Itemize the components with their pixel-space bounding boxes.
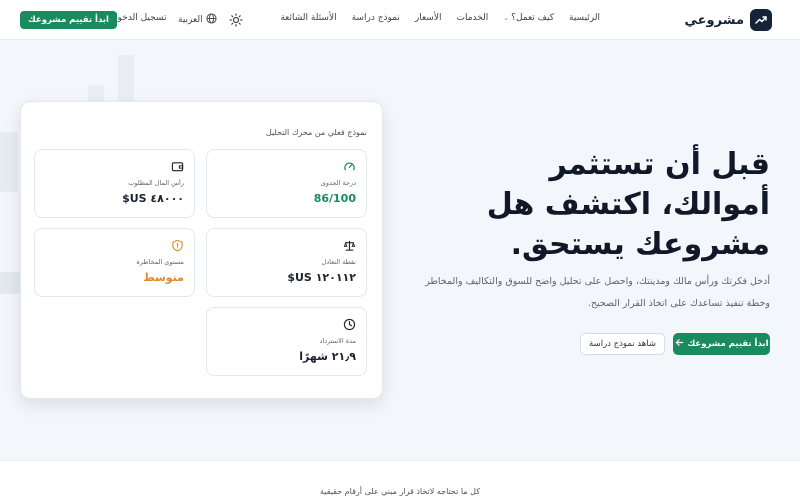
login-link[interactable]: تسجيل الدخول [111, 13, 166, 23]
metric-value: ١٢٠١١٢ US$ [287, 271, 356, 284]
nav-link-sample-study[interactable]: نموذج دراسة [352, 13, 400, 23]
arrow-left-icon [675, 338, 684, 350]
nav-link-pricing[interactable]: الأسعار [415, 13, 442, 23]
brand[interactable]: مشروعي [685, 9, 772, 31]
nav-link-label: كيف تعمل؟ [511, 13, 554, 23]
top-navbar: مشروعي الرئيسية كيف تعمل؟⌄ الخدمات الأسع… [0, 0, 800, 40]
metric-value: ٤٨٠٠٠ US$ [122, 192, 184, 205]
nav-link-home[interactable]: الرئيسية [569, 13, 600, 23]
nav-link-label: الأسعار [414, 13, 442, 23]
features-section: كل ما تحتاجه لاتخاذ قرار مبني على أرقام … [0, 460, 800, 500]
metric-label: رأس المال المطلوب [128, 179, 184, 187]
metric-value: ٢١٫٩ شهرًا [299, 350, 356, 363]
hero-headline: قبل أن تستثمر أموالك، اكتشف هل مشروعك يس… [486, 147, 770, 262]
metric-risk-level: مستوى المخاطرة متوسط [34, 228, 195, 297]
clock-icon [343, 316, 356, 331]
start-evaluation-nav-button[interactable]: ابدأ تقييم مشروعك [20, 11, 117, 29]
nav-link-faq[interactable]: الأسئلة الشائعة [280, 13, 336, 23]
metric-value: 86/100 [313, 192, 356, 205]
metric-feasibility: درجة الجدوى 86/100 [206, 149, 367, 218]
metric-label: درجة الجدوى [320, 179, 356, 187]
decor-bar [0, 132, 18, 192]
brand-name: مشروعي [684, 12, 744, 28]
metric-label: مدة الاسترداد [319, 337, 356, 345]
metric-payback-period: مدة الاسترداد ٢١٫٩ شهرًا [206, 307, 367, 376]
metric-capital-required: رأس المال المطلوب ٤٨٠٠٠ US$ [34, 149, 195, 218]
sun-icon[interactable] [229, 12, 243, 27]
nav-link-how-it-works[interactable]: كيف تعمل؟⌄ [503, 13, 554, 23]
nav-link-label: الرئيسية [569, 13, 600, 23]
decor-bar [0, 272, 20, 294]
card-title: نموذج فعلي من محرك التحليل [265, 128, 367, 137]
metric-label: نقطة التعادل [321, 258, 356, 266]
shield-alert-icon [171, 237, 184, 252]
trend-up-icon [750, 9, 772, 31]
start-evaluation-label: ابدأ تقييم مشروعك [687, 339, 769, 349]
gauge-icon [343, 158, 356, 171]
wallet-icon [171, 158, 184, 172]
nav-link-services[interactable]: الخدمات [456, 13, 488, 23]
nav-link-label: الخدمات [456, 13, 489, 23]
metric-label: مستوى المخاطرة [136, 258, 184, 266]
scale-icon [343, 237, 356, 251]
section-tagline: كل ما تحتاجه لاتخاذ قرار مبني على أرقام … [319, 487, 480, 496]
nav-link-label: نموذج دراسة [351, 13, 400, 23]
start-evaluation-button[interactable]: ابدأ تقييم مشروعك [673, 333, 770, 355]
metric-break-even: نقطة التعادل ١٢٠١١٢ US$ [206, 228, 367, 297]
sample-analysis-card: نموذج فعلي من محرك التحليل درجة الجدوى 8… [20, 101, 383, 399]
hero-subtext: أدخل فكرتك ورأس مالك ومدينتك، واحصل على … [425, 276, 770, 309]
nav-link-label: الأسئلة الشائعة [280, 13, 337, 23]
language-switcher[interactable]: العربية [178, 13, 217, 27]
language-label: العربية [178, 15, 203, 25]
nav-links: الرئيسية كيف تعمل؟⌄ الخدمات الأسعار نموذ… [280, 13, 600, 23]
metric-value: متوسط [143, 271, 184, 284]
view-sample-study-button[interactable]: شاهد نموذج دراسة [580, 333, 665, 355]
globe-icon [206, 13, 217, 27]
chevron-down-icon: ⌄ [503, 14, 510, 22]
